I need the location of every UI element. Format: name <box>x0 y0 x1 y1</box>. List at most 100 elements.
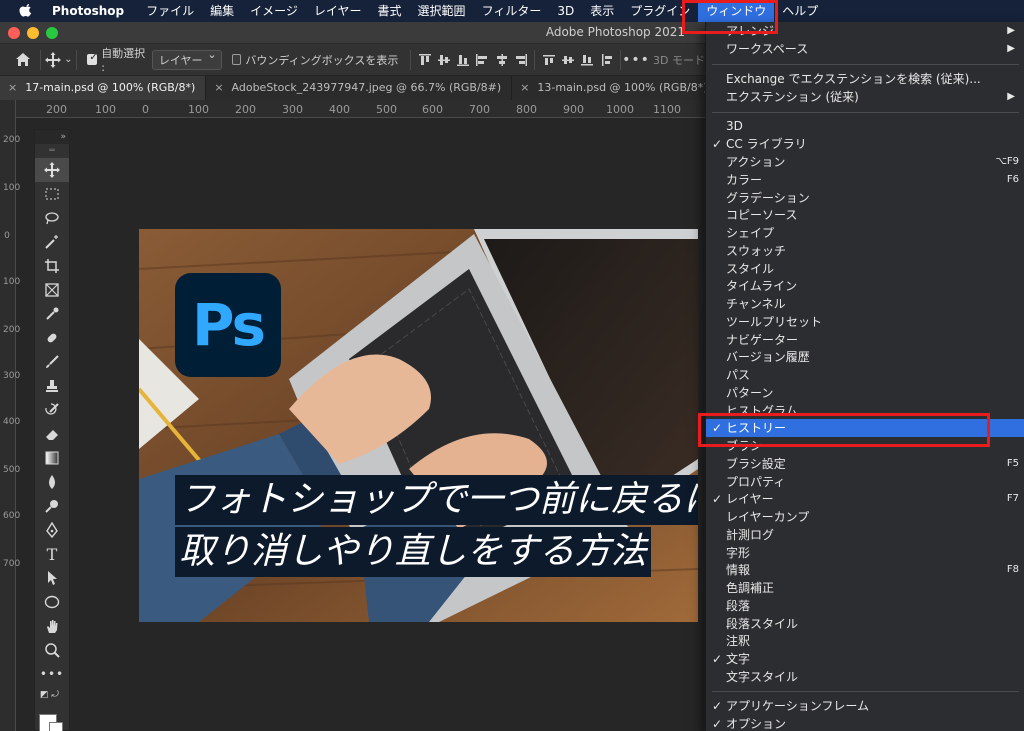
move-tool-icon[interactable] <box>35 158 69 182</box>
align-right-icon[interactable] <box>511 44 530 76</box>
menu-item-brush-settings[interactable]: ブラシ設定 F5 <box>706 455 1024 473</box>
menu-type[interactable]: 書式 <box>370 0 410 22</box>
menu-help[interactable]: ヘルプ <box>774 0 826 22</box>
menu-item-adjustments[interactable]: 色調補正 <box>706 579 1024 597</box>
menu-file[interactable]: ファイル <box>138 0 202 22</box>
menu-item-histogram[interactable]: ヒストグラム <box>706 402 1024 420</box>
document-tab-adobestock[interactable]: × AdobeStock_243977947.jpeg @ 66.7% (RGB/… <box>206 76 513 100</box>
menu-item-timeline[interactable]: タイムライン <box>706 277 1024 295</box>
menu-item-character-styles[interactable]: 文字スタイル <box>706 668 1024 686</box>
align-bottom-icon[interactable] <box>454 44 473 76</box>
menu-item-actions[interactable]: アクション ⌥F9 <box>706 153 1024 171</box>
menu-item-color[interactable]: カラー F6 <box>706 171 1024 189</box>
crop-tool-icon[interactable] <box>35 254 69 278</box>
zoom-tool-icon[interactable] <box>35 638 69 662</box>
menu-item-clone-source[interactable]: コピーソース <box>706 206 1024 224</box>
document-tab-13-main[interactable]: × 13-main.psd @ 100% (RGB/8*) * <box>512 76 728 100</box>
document-tab-17-main[interactable]: × 17-main.psd @ 100% (RGB/8*) <box>0 76 207 100</box>
menu-item-tool-presets[interactable]: ツールプリセット <box>706 313 1024 331</box>
menu-item-swatches[interactable]: スウォッチ <box>706 242 1024 260</box>
menu-layer[interactable]: レイヤー <box>306 0 370 22</box>
dodge-tool-icon[interactable] <box>35 494 69 518</box>
menu-item-info[interactable]: 情報 F8 <box>706 561 1024 579</box>
menu-item-arrange[interactable]: アレンジ ▶ <box>706 22 1024 40</box>
menu-item-patterns[interactable]: パターン <box>706 384 1024 402</box>
brush-tool-icon[interactable] <box>35 350 69 374</box>
menu-plugins[interactable]: プラグイン <box>622 0 698 22</box>
clone-stamp-tool-icon[interactable] <box>35 374 69 398</box>
menu-item-styles[interactable]: スタイル <box>706 260 1024 278</box>
lasso-tool-icon[interactable] <box>35 206 69 230</box>
horizontal-ruler[interactable]: 200 100 0 100 200 300 400 500 600 700 80… <box>16 100 705 118</box>
minimize-window-button[interactable] <box>27 27 39 39</box>
close-tab-icon[interactable]: × <box>8 81 17 94</box>
menu-item-paths[interactable]: パス <box>706 366 1024 384</box>
menu-select[interactable]: 選択範囲 <box>410 0 474 22</box>
menu-image[interactable]: イメージ <box>242 0 306 22</box>
menu-item-brushes[interactable]: ブラシ <box>706 437 1024 455</box>
distribute-bottom-icon[interactable] <box>578 44 597 76</box>
rectangular-marquee-tool-icon[interactable] <box>35 182 69 206</box>
menu-item-3d[interactable]: 3D <box>706 117 1024 135</box>
ellipse-tool-icon[interactable] <box>35 590 69 614</box>
menu-item-shapes[interactable]: シェイプ <box>706 224 1024 242</box>
bounding-box-checkbox[interactable] <box>231 54 242 65</box>
menu-item-layers[interactable]: ✓ レイヤー F7 <box>706 490 1024 508</box>
menu-item-properties[interactable]: プロパティ <box>706 473 1024 491</box>
menu-item-history[interactable]: ✓ ヒストリー <box>706 419 1024 437</box>
background-color-swatch[interactable] <box>49 722 63 731</box>
default-colors-icon[interactable]: ◩ ⤾ <box>35 686 69 704</box>
menu-item-glyphs[interactable]: 字形 <box>706 544 1024 562</box>
menu-item-paragraph-styles[interactable]: 段落スタイル <box>706 615 1024 633</box>
menu-item-version-history[interactable]: バージョン履歴 <box>706 348 1024 366</box>
align-left-icon[interactable] <box>473 44 492 76</box>
distribute-left-icon[interactable] <box>597 44 616 76</box>
close-window-button[interactable] <box>8 27 20 39</box>
pen-tool-icon[interactable] <box>35 518 69 542</box>
menu-item-options[interactable]: ✓ オプション <box>706 715 1024 731</box>
close-tab-icon[interactable]: × <box>520 81 529 94</box>
menu-item-cc-libraries[interactable]: ✓ CC ライブラリ <box>706 135 1024 153</box>
document-canvas[interactable]: Ps フォトショップで一つ前に戻るには 取り消しやり直しをする方法 <box>139 229 698 622</box>
drag-handle-icon[interactable]: ═ <box>35 144 69 158</box>
frame-tool-icon[interactable] <box>35 278 69 302</box>
more-options-icon[interactable]: ••• <box>622 44 649 76</box>
menu-item-measurement-log[interactable]: 計測ログ <box>706 526 1024 544</box>
type-tool-icon[interactable]: T <box>35 542 69 566</box>
blur-tool-icon[interactable] <box>35 470 69 494</box>
zoom-window-button[interactable] <box>46 27 58 39</box>
menu-item-extensions[interactable]: エクステンション (従来) ▶ <box>706 88 1024 106</box>
menu-item-character[interactable]: ✓ 文字 <box>706 650 1024 668</box>
vertical-ruler[interactable]: 200 100 0 100 200 300 400 500 600 700 <box>0 100 20 731</box>
magic-wand-tool-icon[interactable] <box>35 230 69 254</box>
gradient-tool-icon[interactable] <box>35 446 69 470</box>
move-tool-preset-icon[interactable]: ⌄ <box>45 44 72 76</box>
align-top-icon[interactable] <box>415 44 434 76</box>
distribute-top-icon[interactable] <box>539 44 558 76</box>
healing-brush-tool-icon[interactable] <box>35 326 69 350</box>
menu-item-channels[interactable]: チャンネル <box>706 295 1024 313</box>
home-icon[interactable] <box>10 44 36 76</box>
close-tab-icon[interactable]: × <box>214 81 223 94</box>
menu-item-gradients[interactable]: グラデーション <box>706 189 1024 207</box>
path-selection-tool-icon[interactable] <box>35 566 69 590</box>
menu-item-notes[interactable]: 注釈 <box>706 632 1024 650</box>
history-brush-tool-icon[interactable] <box>35 398 69 422</box>
menu-window[interactable]: ウィンドウ <box>698 0 775 22</box>
eraser-tool-icon[interactable] <box>35 422 69 446</box>
hand-tool-icon[interactable] <box>35 614 69 638</box>
menu-item-paragraph[interactable]: 段落 <box>706 597 1024 615</box>
edit-toolbar-icon[interactable]: ••• <box>35 662 69 686</box>
menu-edit[interactable]: 編集 <box>202 0 242 22</box>
menu-item-application-frame[interactable]: ✓ アプリケーションフレーム <box>706 697 1024 715</box>
auto-select-checkbox[interactable] <box>87 52 98 65</box>
tools-panel-collapse[interactable]: » <box>35 130 69 144</box>
menu-filter[interactable]: フィルター <box>474 0 550 22</box>
menu-3d[interactable]: 3D <box>549 0 582 22</box>
menu-item-layer-comps[interactable]: レイヤーカンプ <box>706 508 1024 526</box>
distribute-vertical-center-icon[interactable] <box>559 44 578 76</box>
menu-view[interactable]: 表示 <box>582 0 622 22</box>
align-horizontal-center-icon[interactable] <box>492 44 511 76</box>
auto-select-target-dropdown[interactable]: レイヤー <box>151 48 222 70</box>
apple-icon[interactable] <box>18 4 34 18</box>
